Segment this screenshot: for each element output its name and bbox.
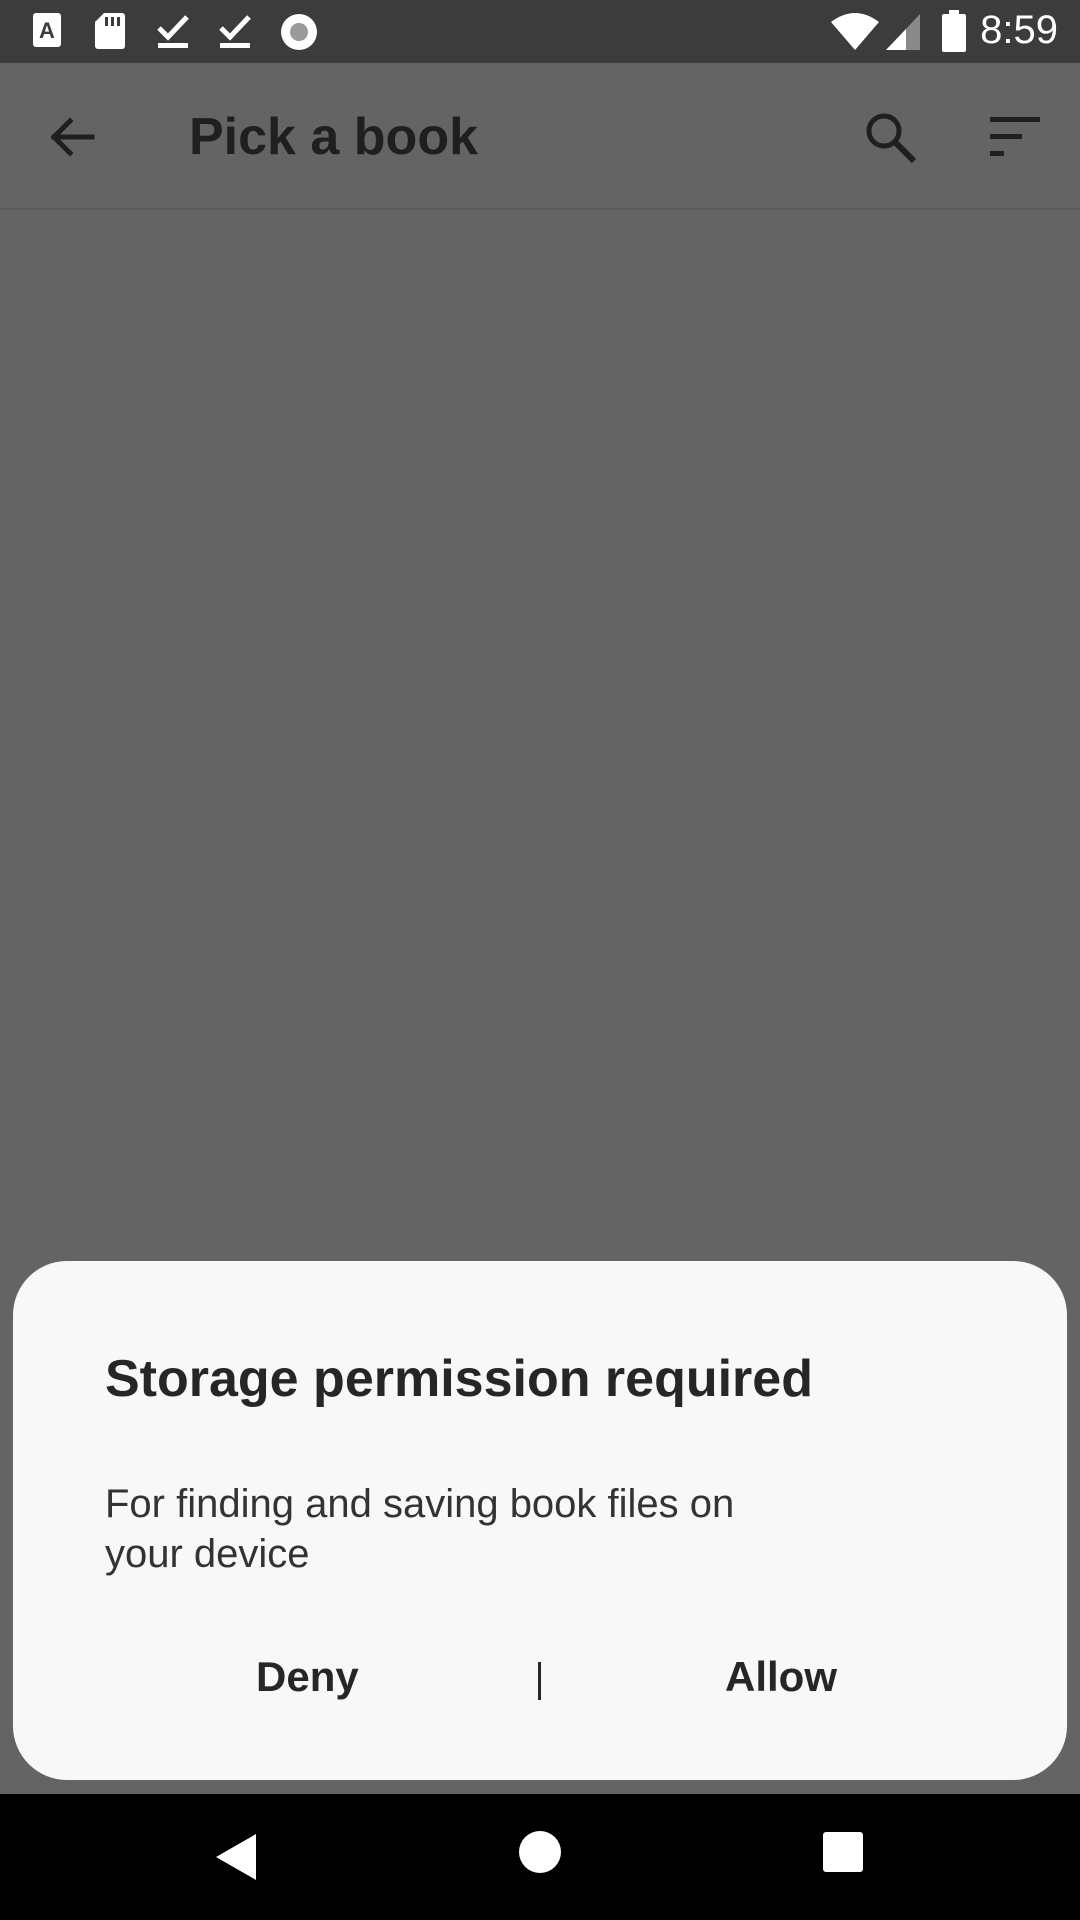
battery-icon [942, 10, 966, 52]
permission-dialog: Storage permission required For finding … [13, 1261, 1067, 1780]
download-done-icon [219, 15, 251, 48]
download-done-icon [157, 15, 189, 48]
allow-button[interactable]: Allow [725, 1653, 837, 1701]
navigation-bar [0, 1794, 1080, 1920]
screen: A 8:59 Pick a book Storage permission re… [0, 0, 1080, 1920]
home-circle-icon[interactable] [518, 1830, 562, 1874]
app-bar: Pick a book [0, 63, 1080, 210]
svg-text:A: A [39, 18, 55, 43]
back-arrow-icon[interactable] [46, 111, 98, 163]
text-a-icon: A [33, 13, 61, 47]
page-title: Pick a book [189, 108, 478, 166]
deny-button[interactable]: Deny [256, 1653, 359, 1701]
dialog-title: Storage permission required [105, 1350, 813, 1408]
sort-icon[interactable] [988, 115, 1044, 159]
button-divider [538, 1662, 541, 1700]
status-time: 8:59 [980, 8, 1058, 52]
signal-icon [886, 14, 920, 50]
status-bar: A 8:59 [0, 0, 1080, 63]
sd-card-icon [95, 13, 125, 49]
recents-square-icon[interactable] [823, 1832, 863, 1872]
back-triangle-icon[interactable] [214, 1832, 258, 1882]
record-icon [281, 14, 317, 50]
wifi-icon [831, 13, 879, 50]
search-icon[interactable] [862, 109, 918, 165]
dialog-message: For finding and saving book files on you… [105, 1482, 735, 1576]
